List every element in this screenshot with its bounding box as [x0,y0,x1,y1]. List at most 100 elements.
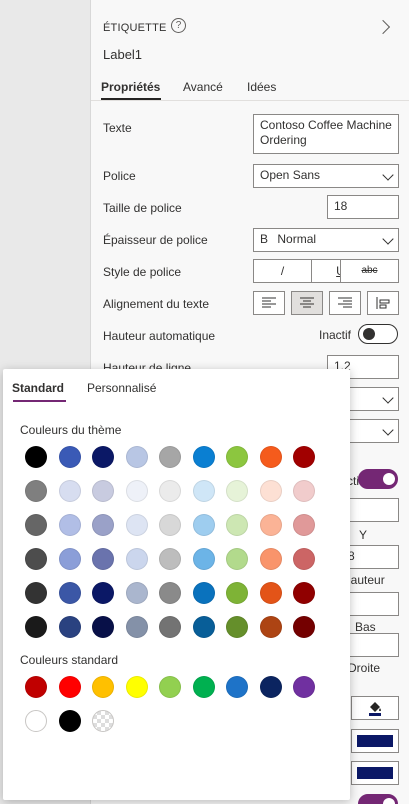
align-center-button[interactable] [291,291,323,315]
theme-color-swatch[interactable] [159,548,181,570]
align-justify-button[interactable] [367,291,399,315]
tab-properties[interactable]: Propriétés [101,80,160,94]
standard-color-swatch[interactable] [58,676,81,698]
extra-color-swatch[interactable] [58,710,81,732]
theme-color-swatch[interactable] [92,514,114,536]
auto-height-label: Hauteur automatique [103,329,216,343]
theme-color-swatch[interactable] [25,480,47,502]
theme-color-swatch[interactable] [293,548,315,570]
theme-color-swatch[interactable] [259,582,282,604]
theme-color-swatch[interactable] [58,616,81,638]
extra-color-swatch[interactable] [25,710,47,732]
theme-color-swatch[interactable] [293,480,315,502]
theme-color-swatch[interactable] [92,582,114,604]
theme-color-swatch[interactable] [25,548,47,570]
theme-color-swatch[interactable] [293,616,315,638]
theme-color-swatch[interactable] [92,548,114,570]
color-fill-button[interactable] [351,696,399,720]
align-right-icon [338,297,352,308]
theme-color-swatch[interactable] [293,582,315,604]
theme-color-swatch[interactable] [192,446,215,468]
visible-toggle[interactable] [358,469,398,489]
theme-color-swatch[interactable] [293,446,315,468]
tab-custom[interactable]: Personnalisé [87,381,156,395]
theme-color-swatch[interactable] [226,446,248,468]
theme-color-swatch[interactable] [259,616,282,638]
theme-color-swatch[interactable] [226,480,248,502]
theme-color-swatch[interactable] [192,616,215,638]
theme-color-swatch[interactable] [58,446,81,468]
bottom-label: Bas [355,620,376,634]
standard-color-swatch[interactable] [192,676,215,698]
theme-color-swatch[interactable] [159,514,181,536]
bottom-toggle[interactable] [358,794,398,804]
theme-color-swatch[interactable] [159,616,181,638]
theme-color-swatch[interactable] [25,514,47,536]
standard-color-swatch[interactable] [226,676,248,698]
text-input[interactable]: Contoso Coffee Machine Ordering [253,114,399,154]
theme-color-swatch[interactable] [159,480,181,502]
theme-color-swatch[interactable] [125,480,148,502]
theme-color-swatch[interactable] [259,446,282,468]
theme-color-swatch[interactable] [192,548,215,570]
theme-color-swatch[interactable] [58,548,81,570]
theme-color-swatch[interactable] [25,446,47,468]
standard-color-swatch[interactable] [259,676,282,698]
text-label: Texte [103,121,132,135]
theme-color-swatch[interactable] [125,446,148,468]
transparent-color-swatch[interactable] [92,710,114,732]
theme-color-swatch[interactable] [58,480,81,502]
theme-color-swatch[interactable] [25,582,47,604]
color-swatch-1[interactable] [351,729,399,753]
theme-color-swatch[interactable] [159,582,181,604]
theme-color-swatch[interactable] [159,446,181,468]
theme-color-swatch[interactable] [192,514,215,536]
question-circle-icon[interactable]: ? [171,18,186,33]
standard-color-swatch[interactable] [125,676,148,698]
standard-color-swatch[interactable] [25,676,47,698]
theme-color-swatch[interactable] [192,582,215,604]
theme-color-swatch[interactable] [226,616,248,638]
color-swatch-2[interactable] [351,761,399,785]
align-left-button[interactable] [253,291,285,315]
standard-color-swatch[interactable] [92,676,114,698]
theme-color-swatch[interactable] [92,616,114,638]
chevron-right-icon[interactable] [375,19,391,35]
theme-color-swatch[interactable] [259,514,282,536]
tab-standard[interactable]: Standard [12,381,64,395]
theme-color-swatch[interactable] [125,514,148,536]
theme-color-swatch[interactable] [226,548,248,570]
theme-color-swatch[interactable] [92,480,114,502]
theme-color-swatch[interactable] [92,446,114,468]
theme-color-swatch[interactable] [192,480,215,502]
theme-color-swatch[interactable] [259,548,282,570]
font-dropdown[interactable]: Open Sans [253,164,399,188]
chevron-down-icon [382,424,394,436]
theme-color-swatch[interactable] [58,514,81,536]
standard-color-swatch[interactable] [293,676,315,698]
theme-color-swatch[interactable] [125,548,148,570]
tab-ideas[interactable]: Idées [247,80,276,94]
tab-divider [91,100,409,101]
theme-color-swatch[interactable] [293,514,315,536]
bold-icon: B [260,232,269,246]
font-size-input[interactable]: 18 [327,195,399,219]
italic-button[interactable]: / [253,259,312,283]
color-picker-popup: Standard Personnalisé Couleurs du thème … [3,369,350,800]
theme-color-swatch[interactable] [226,514,248,536]
theme-color-swatch[interactable] [125,582,148,604]
tab-advanced[interactable]: Avancé [183,80,223,94]
align-right-button[interactable] [329,291,361,315]
theme-color-swatch[interactable] [58,582,81,604]
font-weight-dropdown[interactable]: B Normal [253,228,399,252]
auto-height-toggle[interactable] [358,324,398,344]
theme-colors-title: Couleurs du thème [20,423,122,437]
theme-color-swatch[interactable] [259,480,282,502]
right-label: Droite [348,661,381,675]
theme-color-swatch[interactable] [25,616,47,638]
strikethrough-button[interactable]: abc [340,259,399,283]
standard-color-swatch[interactable] [159,676,181,698]
font-weight-label: Épaisseur de police [103,233,208,247]
theme-color-swatch[interactable] [226,582,248,604]
theme-color-swatch[interactable] [125,616,148,638]
